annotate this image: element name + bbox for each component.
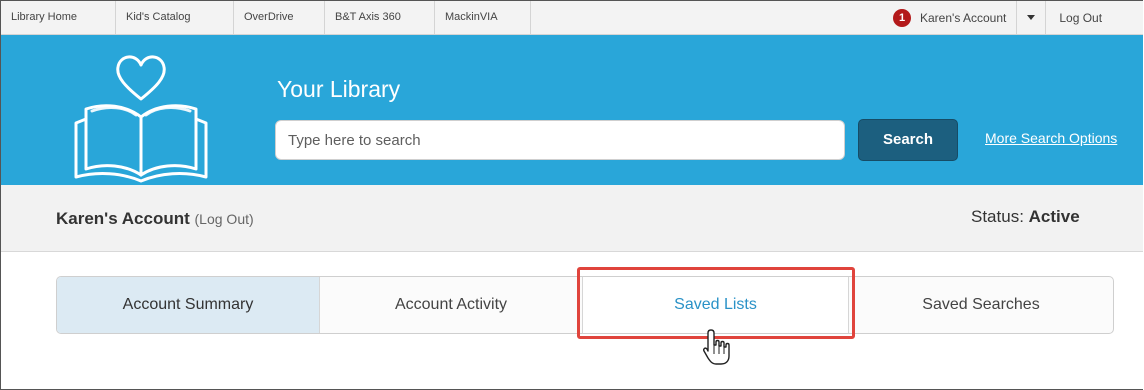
top-nav-bar: Library Home Kid's Catalog OverDrive B&T… — [1, 1, 1143, 35]
nav-kids-catalog[interactable]: Kid's Catalog — [116, 1, 234, 34]
logout-link[interactable]: Log Out — [1059, 11, 1102, 25]
top-nav-links: Library Home Kid's Catalog OverDrive B&T… — [1, 1, 531, 34]
caret-down-icon — [1027, 15, 1036, 20]
nav-overdrive[interactable]: OverDrive — [234, 1, 325, 34]
nav-library-home[interactable]: Library Home — [1, 1, 116, 34]
library-name[interactable]: Your Library — [277, 76, 400, 103]
tab-account-summary[interactable]: Account Summary — [57, 277, 320, 333]
account-menu-link[interactable]: Karen's Account — [920, 11, 1006, 25]
nav-mackinvia[interactable]: MackinVIA — [435, 1, 531, 34]
site-header: Your Library Search More Search Options — [1, 35, 1143, 185]
search-input[interactable] — [275, 120, 845, 160]
account-menu: 1 Karen's Account Log Out — [881, 1, 1102, 34]
tab-account-activity[interactable]: Account Activity — [320, 277, 583, 333]
status-label: Status: — [971, 207, 1024, 226]
nav-bt-axis-360[interactable]: B&T Axis 360 — [325, 1, 435, 34]
search-button[interactable]: Search — [858, 119, 958, 161]
notification-badge[interactable]: 1 — [893, 8, 911, 27]
browser-page: Library Home Kid's Catalog OverDrive B&T… — [0, 0, 1143, 390]
tab-saved-searches[interactable]: Saved Searches — [849, 277, 1113, 333]
account-status: Status: Active — [971, 207, 1080, 227]
account-bar: Karen's Account (Log Out) Status: Active — [1, 185, 1143, 252]
account-title: Karen's Account (Log Out) — [56, 209, 254, 229]
heart-book-logo-icon[interactable] — [56, 47, 226, 183]
more-search-options-link[interactable]: More Search Options — [985, 130, 1117, 146]
account-name: Karen's Account — [56, 209, 190, 228]
account-logout-link[interactable]: (Log Out) — [195, 211, 254, 227]
status-value: Active — [1028, 207, 1080, 226]
hand-pointer-cursor-icon — [703, 329, 730, 365]
account-dropdown-toggle[interactable] — [1016, 1, 1047, 34]
